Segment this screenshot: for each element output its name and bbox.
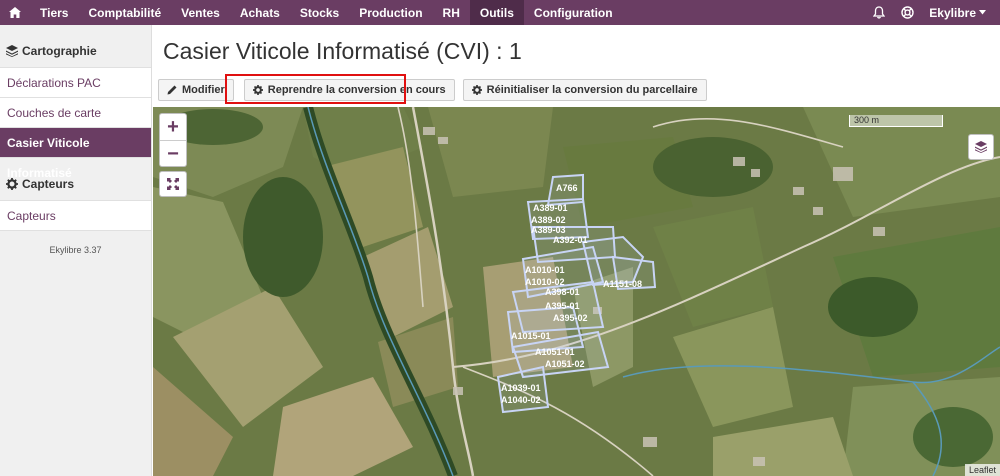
parcel-label: A398-01 <box>545 287 580 297</box>
sidebar-item-couches-de-carte[interactable]: Couches de carte <box>0 98 151 128</box>
zoom-control: + − <box>159 113 187 167</box>
parcel-label: A1039-01 <box>501 383 541 393</box>
sidebar-section-title: Cartographie <box>22 44 97 58</box>
modify-button-label: Modifier <box>182 84 225 96</box>
page-title: Casier Viticole Informatisé (CVI) : 1 <box>163 38 522 64</box>
user-name: Ekylibre <box>929 5 976 20</box>
reset-conversion-button[interactable]: Réinitialiser la conversion du parcellai… <box>462 79 707 101</box>
modify-button[interactable]: Modifier <box>158 79 234 101</box>
parcel-label: A1040-02 <box>501 395 541 405</box>
nav-outils[interactable]: Outils <box>469 0 524 25</box>
map[interactable]: A766 A389-01 A389-02 A389-03 A392-01 A10… <box>153 107 1000 476</box>
fullscreen-button[interactable] <box>159 171 187 197</box>
pencil-icon <box>167 85 177 95</box>
parcel-label: A389-03 <box>531 225 566 235</box>
parcel-label: A389-02 <box>531 215 566 225</box>
user-menu[interactable]: Ekylibre <box>921 6 1000 20</box>
sidebar: Cartographie Déclarations PAC Couches de… <box>0 25 152 476</box>
parcel-label: A395-01 <box>545 301 580 311</box>
highlight-box <box>225 74 406 104</box>
bell-icon <box>873 6 886 19</box>
parcel-label: A389-01 <box>533 203 568 213</box>
nav-production[interactable]: Production <box>349 0 432 25</box>
layers-icon <box>6 45 18 57</box>
lifebuoy-icon <box>901 6 914 19</box>
parcel-label: A1010-02 <box>525 277 565 287</box>
nav-rh[interactable]: RH <box>433 0 470 25</box>
expand-icon <box>167 178 179 190</box>
home-button[interactable] <box>0 0 30 25</box>
sidebar-item-capteurs[interactable]: Capteurs <box>0 201 151 231</box>
parcel-label: A1051-01 <box>535 347 575 357</box>
nav-configuration[interactable]: Configuration <box>524 0 623 25</box>
parcel-label: A1010-01 <box>525 265 565 275</box>
home-icon <box>9 7 21 18</box>
notifications-button[interactable] <box>865 6 893 19</box>
parcel-label: A395-02 <box>553 313 588 323</box>
nav-stocks[interactable]: Stocks <box>290 0 349 25</box>
sidebar-section-cartographie: Cartographie <box>0 39 151 63</box>
layers-icon <box>975 141 987 153</box>
nav-comptabilite[interactable]: Comptabilité <box>78 0 171 25</box>
nav-achats[interactable]: Achats <box>230 0 290 25</box>
zoom-in-button[interactable]: + <box>160 114 186 141</box>
map-attribution[interactable]: Leaflet <box>964 464 1000 476</box>
zoom-out-button[interactable]: − <box>160 141 186 168</box>
parcel-label: A1051-02 <box>545 359 585 369</box>
top-navbar: Tiers Comptabilité Ventes Achats Stocks … <box>0 0 1000 25</box>
gear-icon <box>6 178 18 190</box>
parcel-label: A392-01 <box>553 235 588 245</box>
app-version: Ekylibre 3.37 <box>49 245 102 255</box>
sidebar-item-cvi[interactable]: Casier Viticole Informatisé <box>0 128 151 180</box>
cvi-parcels: A766 A389-01 A389-02 A389-03 A392-01 A10… <box>496 173 657 414</box>
parcel-label: A766 <box>556 183 578 193</box>
gear-icon <box>471 85 482 95</box>
parcel-label: A1151-08 <box>603 279 642 289</box>
help-button[interactable] <box>893 6 921 19</box>
map-scale: 300 m <box>849 115 943 127</box>
layers-button[interactable] <box>968 134 994 160</box>
sidebar-item-declarations-pac[interactable]: Déclarations PAC <box>0 68 151 98</box>
sidebar-section-title: Capteurs <box>22 177 75 191</box>
nav-tiers[interactable]: Tiers <box>30 0 78 25</box>
parcel-label: A1015-01 <box>511 331 551 341</box>
nav-ventes[interactable]: Ventes <box>171 0 230 25</box>
caret-down-icon <box>979 10 986 15</box>
main-content: Casier Viticole Informatisé (CVI) : 1 Mo… <box>152 25 1000 476</box>
reset-conversion-label: Réinitialiser la conversion du parcellai… <box>486 84 698 96</box>
